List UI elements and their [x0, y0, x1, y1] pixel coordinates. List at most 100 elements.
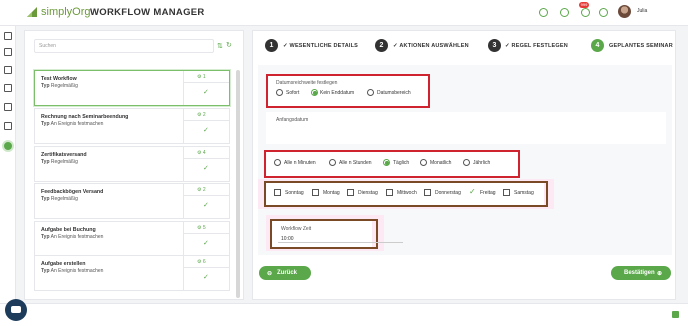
- reports-icon[interactable]: [4, 122, 12, 130]
- date-range-title: Datumsreichweite festlegen: [276, 80, 338, 86]
- option-label: Kein Enddatum: [320, 90, 355, 96]
- dashboard-icon[interactable]: [4, 32, 12, 40]
- option-label: Alle n Minuten: [284, 160, 316, 166]
- scrollbar[interactable]: [236, 70, 240, 298]
- lightbulb-icon[interactable]: [539, 8, 548, 17]
- arrow-left-icon: ⊖: [267, 271, 273, 277]
- workflow-name: Aufgabe bei Buchung: [41, 227, 96, 233]
- checkbox-dienstag[interactable]: [347, 189, 354, 196]
- option-label: Sonntag: [285, 190, 304, 196]
- workflow-count: ⚙ 2: [197, 187, 206, 193]
- checkbox-freitag-checked-icon[interactable]: ✓: [469, 188, 476, 196]
- logo-text: simplyOrg: [41, 6, 91, 18]
- option-label: Dienstag: [358, 190, 378, 196]
- user-avatar[interactable]: [618, 5, 631, 18]
- checkbox-mittwoch[interactable]: [386, 189, 393, 196]
- search-placeholder: Suchen: [39, 43, 56, 49]
- step-label[interactable]: ✓ AKTIONEN AUSWÄHLEN: [393, 43, 469, 49]
- option-label: Alle n Stunden: [339, 160, 372, 166]
- step-number: 2: [375, 39, 388, 52]
- refresh-icon[interactable]: ↻: [226, 41, 232, 49]
- workflow-type: Typ Regelmäßig: [41, 196, 78, 202]
- check-icon: ✓: [203, 274, 209, 281]
- workflow-count: ⚙ 1: [197, 74, 206, 80]
- workflow-count: ⚙ 6: [197, 259, 206, 265]
- option-label: Mittwoch: [397, 190, 417, 196]
- checkbox-donnerstag[interactable]: [424, 189, 431, 196]
- step-label[interactable]: GEPLANTES SEMINAR: [609, 43, 673, 49]
- radio-taeglich[interactable]: [383, 159, 390, 166]
- workflow-card[interactable]: Aufgabe bei Buchung Typ An Ereignis fest…: [34, 221, 230, 257]
- step-number: 4: [591, 39, 604, 52]
- back-button-label: Zurück: [277, 270, 298, 276]
- sort-icon[interactable]: ⇅: [217, 42, 223, 50]
- option-label: Donnerstag: [435, 190, 461, 196]
- help-icon[interactable]: [599, 8, 608, 17]
- chat-icon[interactable]: [5, 299, 27, 321]
- workflow-type: Typ An Ereignis festmachen: [41, 121, 104, 127]
- workflow-nav-icon[interactable]: [2, 140, 14, 152]
- workflow-card[interactable]: Rechnung nach Seminarbeendung Typ An Ere…: [34, 108, 230, 144]
- radio-monatlich[interactable]: [420, 159, 427, 166]
- checkbox-montag[interactable]: [312, 189, 319, 196]
- left-rail: [0, 26, 16, 326]
- app-title: WORKFLOW MANAGER: [90, 7, 205, 18]
- option-label: Montag: [323, 190, 340, 196]
- workflow-name: Rechnung nach Seminarbeendung: [41, 114, 129, 120]
- highlight-workflow-time: [270, 219, 378, 249]
- workflow-name: Zertifikatsversand: [41, 152, 87, 158]
- step-label[interactable]: ✓ REGEL FESTLEGEN: [505, 43, 568, 49]
- workflow-card[interactable]: Zertifikatsversand Typ Regelmäßig ⚙ 4 ✓: [34, 146, 230, 182]
- check-icon: ✓: [203, 89, 209, 96]
- people-icon[interactable]: [4, 84, 12, 92]
- bell-icon[interactable]: [581, 8, 590, 17]
- book-icon[interactable]: [4, 48, 12, 56]
- back-button[interactable]: ⊖ Zurück: [259, 266, 311, 280]
- radio-kein-enddatum[interactable]: [311, 89, 318, 96]
- check-icon: ✓: [203, 127, 209, 134]
- info-icon[interactable]: [560, 8, 569, 17]
- check-icon: ✓: [203, 202, 209, 209]
- confirm-button-label: Bestätigen: [624, 270, 655, 276]
- step-label[interactable]: ✓ WESENTLICHE DETAILS: [283, 43, 358, 49]
- checkbox-sonntag[interactable]: [274, 189, 281, 196]
- workflow-count: ⚙ 5: [197, 225, 206, 231]
- check-icon: ✓: [203, 165, 209, 172]
- workflow-name: Aufgabe erstellen: [41, 261, 86, 267]
- checkbox-samstag[interactable]: [503, 189, 510, 196]
- start-date-label: Anfangsdatum: [276, 117, 309, 123]
- workflow-type: Typ Regelmäßig: [41, 159, 78, 165]
- workflow-card[interactable]: Aufgabe erstellen Typ An Ereignis festma…: [34, 255, 230, 291]
- footer-app-icon[interactable]: [672, 311, 679, 318]
- workflow-time-label: Workflow Zeit: [281, 226, 312, 232]
- radio-datumsbereich[interactable]: [367, 89, 374, 96]
- workflow-type: Typ An Ereignis festmachen: [41, 268, 104, 274]
- radio-sofort[interactable]: [276, 89, 283, 96]
- option-label: Jährlich: [473, 160, 491, 166]
- confirm-button[interactable]: Bestätigen ⊕: [611, 266, 671, 280]
- workflow-name: Feedbackbögen Versand: [41, 189, 104, 195]
- option-label: Datumsbereich: [377, 90, 411, 96]
- option-label: Täglich: [393, 160, 410, 166]
- start-date-section: [266, 112, 666, 144]
- search-input[interactable]: [34, 39, 214, 53]
- radio-alle-n-stunden[interactable]: [329, 159, 336, 166]
- workflow-name: Test Workflow: [41, 76, 77, 82]
- option-label: Sofort: [286, 90, 300, 96]
- building-icon[interactable]: [4, 66, 12, 74]
- option-label: Samstag: [514, 190, 534, 196]
- time-input-underline: [278, 242, 403, 243]
- option-label: Monatlich: [430, 160, 452, 166]
- workflow-card[interactable]: Feedbackbögen Versand Typ Regelmäßig ⚙ 2…: [34, 183, 230, 219]
- radio-jaehrlich[interactable]: [463, 159, 470, 166]
- workflow-count: ⚙ 4: [197, 150, 206, 156]
- radio-alle-n-minuten[interactable]: [274, 159, 281, 166]
- megaphone-icon[interactable]: [4, 103, 12, 111]
- option-label: Freitag: [480, 190, 496, 196]
- notification-badge: 999: [579, 2, 589, 8]
- workflow-type: Typ Regelmäßig: [41, 83, 78, 89]
- step-number: 1: [265, 39, 278, 52]
- user-name[interactable]: Julia: [637, 8, 647, 14]
- footer: [0, 303, 688, 326]
- workflow-card[interactable]: Test Workflow Typ Regelmäßig ⚙ 1 ✓: [34, 70, 230, 106]
